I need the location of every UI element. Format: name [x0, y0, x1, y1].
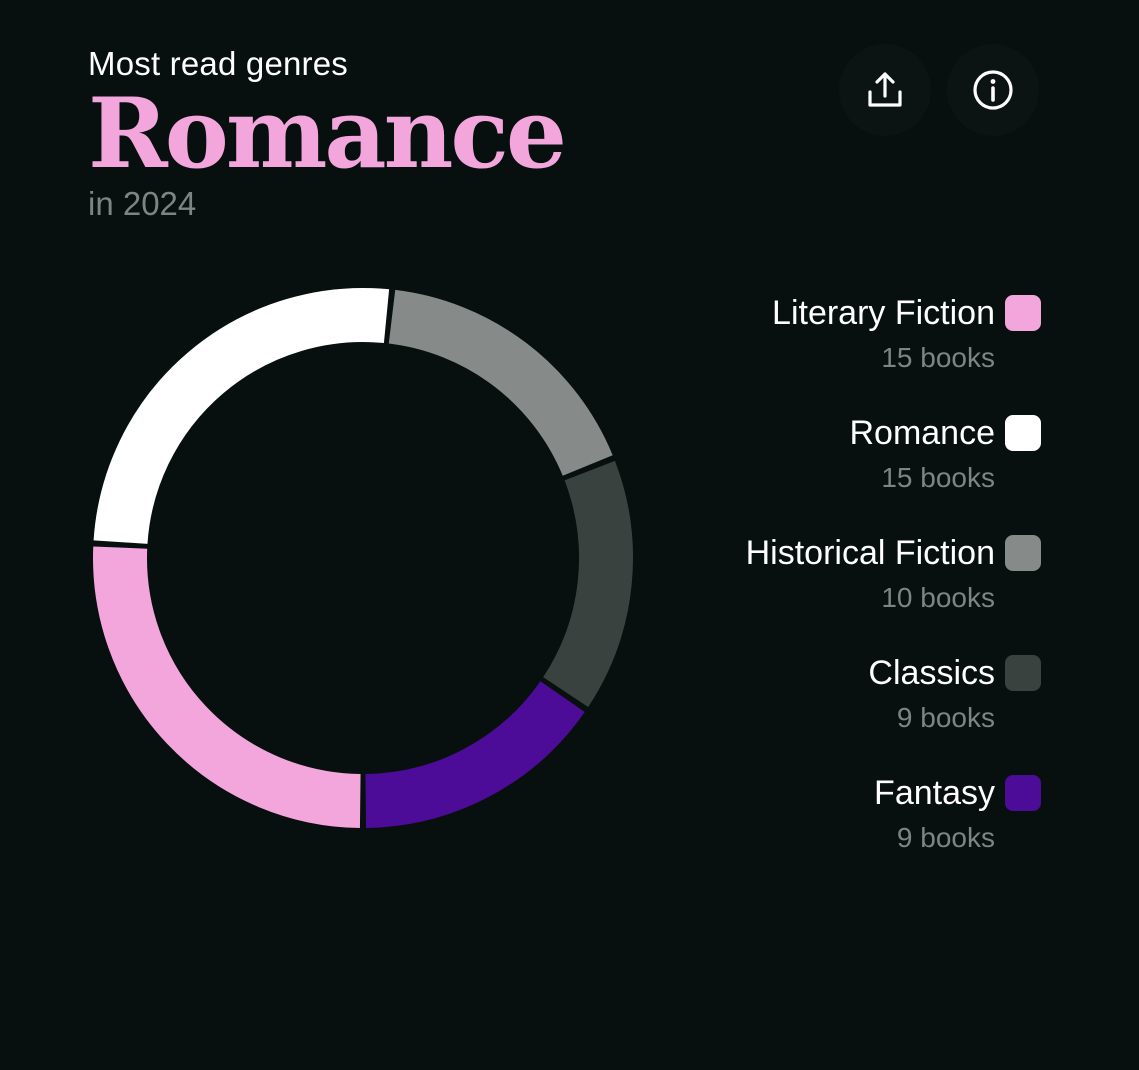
legend-item-classics: Classics 9 books [581, 652, 1041, 772]
year-subtitle: in 2024 [88, 185, 197, 222]
info-icon [973, 70, 1013, 110]
top-genre-title: Romance [88, 77, 567, 190]
legend-count: 9 books [896, 822, 995, 853]
legend-item-literary-fiction: Literary Fiction 15 books [581, 292, 1041, 412]
genre-legend: Literary Fiction 15 books Romance 15 books H… [581, 292, 1041, 892]
legend-swatch [1005, 535, 1041, 571]
legend-swatch [1005, 415, 1041, 451]
legend-swatch [1005, 775, 1041, 811]
share-button[interactable] [839, 44, 931, 136]
legend-count: 10 books [881, 582, 995, 613]
genre-donut-chart [93, 288, 633, 828]
donut-slice-literary-fiction[interactable] [93, 546, 361, 828]
legend-label: Historical Fiction [745, 534, 995, 572]
legend-row: Literary Fiction [772, 292, 1041, 334]
legend-item-romance: Romance 15 books [581, 412, 1041, 532]
legend-row: Classics [868, 652, 1041, 694]
info-button[interactable] [947, 44, 1039, 136]
legend-label: Fantasy [874, 774, 995, 812]
legend-row: Romance [849, 412, 1041, 454]
share-icon [868, 72, 902, 107]
legend-count: 15 books [881, 462, 995, 493]
legend-swatch [1005, 655, 1041, 691]
legend-swatch [1005, 295, 1041, 331]
legend-label: Romance [849, 414, 995, 452]
donut-slice-romance[interactable] [93, 288, 390, 545]
donut-slice-historical-fiction[interactable] [388, 289, 613, 477]
legend-item-historical-fiction: Historical Fiction 10 books [581, 532, 1041, 652]
donut-slice-fantasy[interactable] [364, 680, 585, 828]
legend-label: Literary Fiction [772, 294, 995, 332]
legend-item-fantasy: Fantasy 9 books [581, 772, 1041, 892]
legend-row: Fantasy [874, 772, 1041, 814]
legend-count: 9 books [896, 702, 995, 733]
legend-row: Historical Fiction [746, 532, 1041, 574]
legend-count: 15 books [881, 342, 995, 373]
legend-label: Classics [868, 654, 995, 692]
header: Most read genres Romance in 2024 [88, 44, 567, 224]
